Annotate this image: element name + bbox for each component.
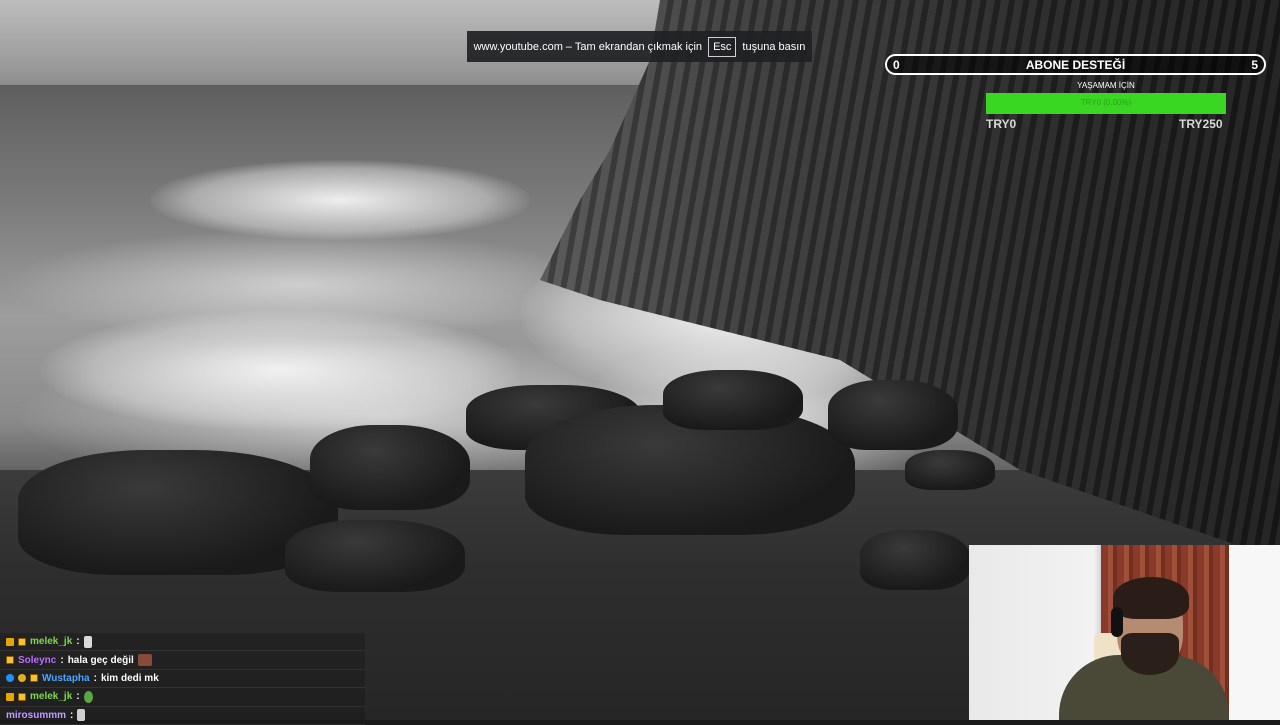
subscriber-badge-icon [30, 674, 38, 683]
chat-separator: : [70, 709, 74, 721]
prime-badge-icon [6, 674, 14, 683]
sub-goal-title: ABONE DESTEĞİ [1025, 57, 1126, 72]
window-light [1229, 545, 1280, 720]
donation-progress-bar: TRY0 (0.00%) [986, 93, 1226, 114]
rock [860, 530, 970, 590]
fullscreen-hint-prefix: www.youtube.com – Tam ekrandan çıkmak iç… [473, 40, 703, 53]
subscriber-badge-icon [6, 656, 14, 665]
rock [663, 370, 803, 430]
cat-emote-icon [83, 635, 92, 648]
sub-goal-bar: 0 ABONE DESTEĞİ 5 [885, 54, 1266, 75]
fullscreen-hint-suffix: tuşuna basın [742, 40, 806, 53]
rock [285, 520, 465, 592]
donation-goal-max: TRY250 [1179, 117, 1223, 131]
chat-username: Wustapha [42, 672, 90, 684]
donation-goal-label: YAŞAMAM İÇİN [1077, 81, 1135, 90]
fullscreen-exit-hint: www.youtube.com – Tam ekrandan çıkmak iç… [467, 31, 812, 62]
esc-key: Esc [708, 36, 737, 57]
moderator-badge-icon [6, 692, 14, 701]
wave-foam [40, 310, 520, 430]
chat-text: hala geç değil [67, 654, 134, 666]
headset-icon [1111, 607, 1123, 637]
chat-message: melek_jk : [0, 633, 365, 652]
rock [310, 425, 470, 510]
chat-username: mirosummm [6, 709, 67, 721]
rock [828, 380, 958, 450]
chat-separator: : [76, 691, 80, 703]
chat-username: melek_jk [30, 691, 73, 703]
pepe-emote-icon [137, 654, 152, 667]
wave-foam [150, 160, 530, 240]
chat-text: kim dedi mk [100, 672, 159, 684]
subscriber-badge-icon [18, 692, 26, 701]
chat-message: melek_jk : [0, 688, 365, 707]
rock [905, 450, 995, 490]
moderator-badge-icon [6, 637, 14, 646]
chat-separator: : [93, 672, 97, 684]
rook-emote-icon [77, 709, 86, 722]
chat-separator: : [60, 654, 64, 666]
donation-goal-min: TRY0 [986, 117, 1017, 131]
streamer-hair [1113, 577, 1189, 619]
subscriber-badge-icon [18, 637, 26, 646]
chat-overlay: melek_jk : Soleync : hala geç değil Wust… [0, 633, 365, 725]
streamer-beard [1121, 633, 1179, 675]
vip-badge-icon [18, 674, 26, 683]
chat-username: melek_jk [30, 636, 73, 648]
chat-separator: : [76, 636, 80, 648]
chat-message: mirosummm : [0, 707, 365, 725]
chat-username: Soleync [18, 654, 57, 666]
frog-emote-icon [83, 690, 93, 703]
donation-progress-text: TRY0 (0.00%) [1080, 98, 1132, 107]
streamer-webcam [969, 545, 1280, 720]
chat-message: Soleync : hala geç değil [0, 651, 365, 670]
chat-message: Wustapha : kim dedi mk [0, 670, 365, 689]
